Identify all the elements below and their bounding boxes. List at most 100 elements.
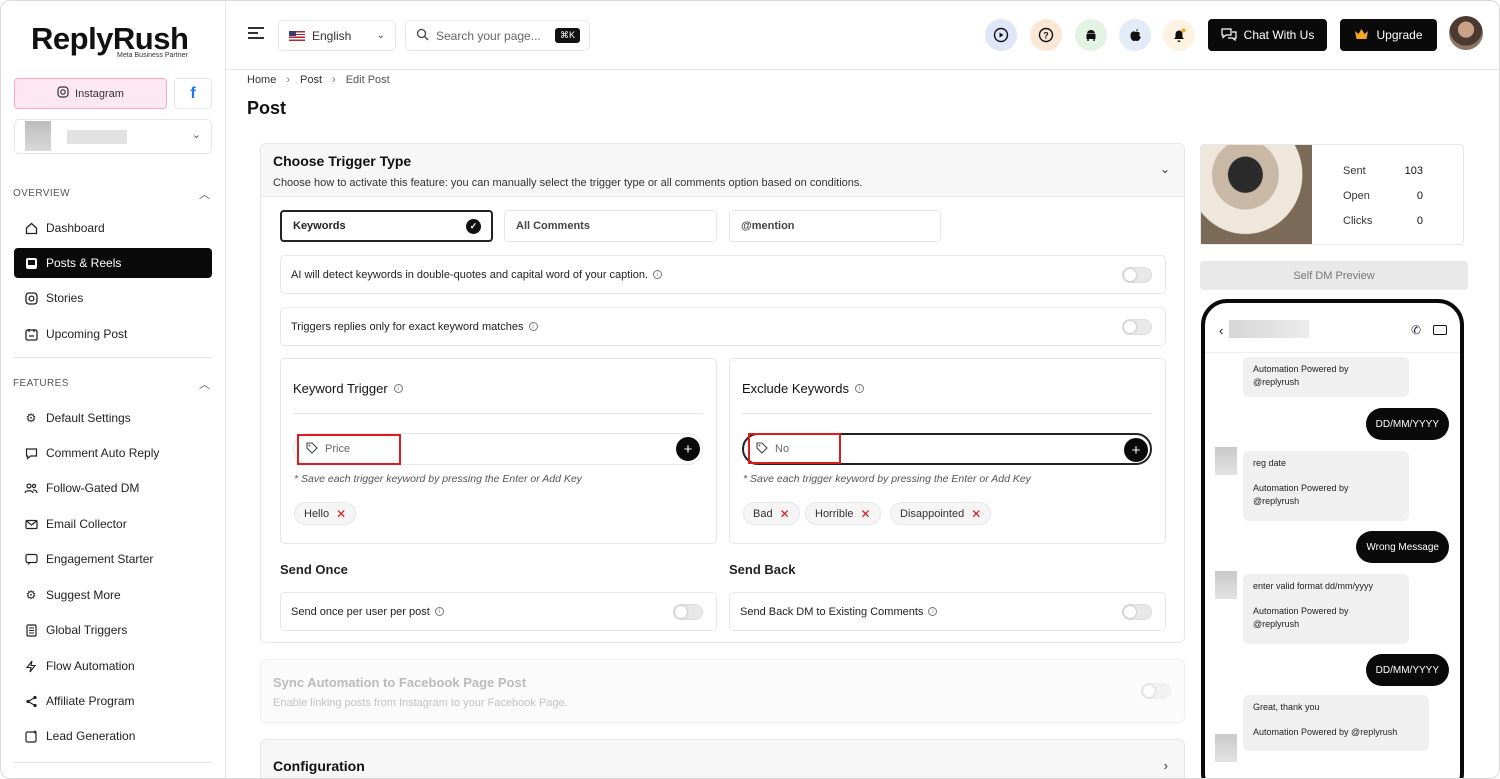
option-keywords[interactable]: Keywords ✓ bbox=[280, 210, 493, 242]
nav-label: Email Collector bbox=[46, 517, 127, 531]
nav-global-triggers[interactable]: Global Triggers bbox=[14, 615, 212, 645]
breadcrumb-home[interactable]: Home bbox=[247, 74, 276, 86]
chat-with-us-button[interactable]: Chat With Us bbox=[1208, 19, 1327, 51]
sidebar: ReplyRush Meta Business Partner Instagra… bbox=[1, 1, 226, 778]
trigger-type-card: Choose Trigger Type Choose how to activa… bbox=[260, 143, 1185, 643]
language-select[interactable]: English ⌄ bbox=[278, 20, 396, 51]
search-placeholder: Search your page... bbox=[436, 28, 541, 43]
apple-icon[interactable] bbox=[1119, 19, 1151, 51]
exclude-chip: Bad ✕ bbox=[743, 502, 800, 525]
remove-icon[interactable]: ✕ bbox=[861, 507, 871, 521]
nav-default-settings[interactable]: ⚙ Default Settings bbox=[14, 403, 212, 433]
hamburger-menu-icon[interactable] bbox=[248, 27, 264, 41]
nav-stories[interactable]: Stories bbox=[14, 283, 212, 313]
back-icon[interactable]: ‹ bbox=[1219, 323, 1223, 338]
chevron-right-icon: › bbox=[332, 74, 336, 86]
nav-affiliate-program[interactable]: Affiliate Program bbox=[14, 686, 212, 716]
play-tutorial-icon[interactable] bbox=[985, 19, 1017, 51]
nav-posts-reels[interactable]: Posts & Reels bbox=[14, 248, 212, 278]
exact-match-toggle[interactable] bbox=[1122, 319, 1152, 335]
nav-comment-auto-reply[interactable]: Comment Auto Reply bbox=[14, 438, 212, 468]
chevron-down-icon[interactable]: ⌄ bbox=[1160, 162, 1170, 176]
nav-label: Engagement Starter bbox=[46, 552, 154, 566]
info-icon[interactable]: i bbox=[928, 607, 938, 616]
keyword-trigger-title: Keyword Trigger i bbox=[293, 381, 403, 396]
phone-call-icon[interactable]: ✆ bbox=[1411, 323, 1421, 337]
option-label: Keywords bbox=[293, 220, 346, 232]
share-icon bbox=[24, 694, 38, 708]
exclude-chip: Horrible ✕ bbox=[805, 502, 881, 525]
nav-flow-automation[interactable]: Flow Automation bbox=[14, 651, 212, 681]
remove-icon[interactable]: ✕ bbox=[336, 507, 346, 521]
nav-label: Flow Automation bbox=[46, 659, 135, 673]
account-avatar bbox=[25, 121, 51, 151]
notification-bell-icon[interactable] bbox=[1163, 19, 1195, 51]
list-icon bbox=[24, 623, 38, 637]
search-input[interactable]: Search your page... ⌘K bbox=[405, 20, 590, 51]
send-once-toggle[interactable] bbox=[673, 604, 703, 620]
option-mention[interactable]: @mention bbox=[729, 210, 941, 242]
chevron-up-icon[interactable]: ︿ bbox=[199, 376, 210, 392]
nav-lead-generation[interactable]: Lead Generation bbox=[14, 721, 212, 751]
info-icon[interactable]: i bbox=[653, 270, 663, 279]
sync-toggle[interactable] bbox=[1141, 683, 1171, 699]
info-icon[interactable]: i bbox=[854, 384, 864, 393]
nav-label: Global Triggers bbox=[46, 623, 128, 637]
chevron-up-icon[interactable]: ︿ bbox=[199, 186, 210, 202]
account-selector[interactable]: ⌄ bbox=[14, 119, 212, 154]
option-label: @mention bbox=[741, 220, 795, 232]
nav-dashboard[interactable]: Dashboard bbox=[14, 213, 212, 243]
highlight-box bbox=[748, 433, 841, 464]
app-window: ReplyRush Meta Business Partner Instagra… bbox=[0, 0, 1500, 779]
android-icon[interactable] bbox=[1075, 19, 1107, 51]
exclude-keywords-title: Exclude Keywords i bbox=[742, 381, 864, 396]
exact-match-setting: Triggers replies only for exact keyword … bbox=[280, 307, 1166, 346]
breadcrumb-post[interactable]: Post bbox=[300, 74, 322, 86]
nav-engagement-starter[interactable]: Engagement Starter bbox=[14, 544, 212, 574]
help-icon[interactable]: ? bbox=[1030, 19, 1062, 51]
sender-avatar bbox=[1215, 447, 1237, 475]
nav-follow-gated-dm[interactable]: Follow-Gated DM bbox=[14, 473, 212, 503]
info-icon[interactable]: i bbox=[434, 607, 444, 616]
lead-icon bbox=[24, 729, 38, 743]
ai-detect-setting: AI will detect keywords in double-quotes… bbox=[280, 255, 1166, 294]
stat-sent: Sent 103 bbox=[1343, 165, 1423, 177]
overview-section-label: OVERVIEW bbox=[13, 188, 70, 199]
add-keyword-button[interactable]: + bbox=[676, 437, 700, 461]
upgrade-button[interactable]: Upgrade bbox=[1340, 19, 1437, 51]
nav-label: Suggest More bbox=[46, 588, 121, 602]
remove-icon[interactable]: ✕ bbox=[971, 507, 981, 521]
send-back-toggle[interactable] bbox=[1122, 604, 1152, 620]
nav-suggest-more[interactable]: ⚙ Suggest More bbox=[14, 580, 212, 610]
user-avatar[interactable] bbox=[1449, 16, 1483, 50]
nav-email-collector[interactable]: Email Collector bbox=[14, 509, 212, 539]
self-dm-preview-button[interactable]: Self DM Preview bbox=[1200, 261, 1468, 290]
add-exclude-button[interactable]: + bbox=[1124, 438, 1148, 462]
chevron-right-icon: › bbox=[1163, 758, 1168, 773]
users-icon bbox=[24, 481, 38, 495]
image-icon bbox=[24, 256, 38, 270]
remove-icon[interactable]: ✕ bbox=[780, 507, 790, 521]
info-icon[interactable]: i bbox=[393, 384, 403, 393]
trigger-card-subtitle: Choose how to activate this feature: you… bbox=[273, 177, 863, 189]
configuration-card[interactable]: Configuration › bbox=[260, 739, 1185, 778]
video-call-icon[interactable] bbox=[1433, 325, 1447, 335]
sender-avatar bbox=[1215, 734, 1237, 762]
message-bubble-incoming: Automation Powered by @replyrush bbox=[1243, 357, 1409, 397]
highlight-box bbox=[297, 434, 401, 465]
info-icon[interactable]: i bbox=[528, 322, 538, 331]
home-icon bbox=[24, 221, 38, 235]
option-all-comments[interactable]: All Comments bbox=[504, 210, 717, 242]
message-bubble-outgoing: DD/MM/YYYY bbox=[1365, 408, 1449, 440]
sync-subtitle: Enable linking posts from Instagram to y… bbox=[273, 697, 568, 709]
nav-label: Upcoming Post bbox=[46, 327, 128, 341]
facebook-tab[interactable]: f bbox=[174, 78, 212, 109]
instagram-icon bbox=[57, 86, 69, 101]
configuration-title: Configuration bbox=[273, 758, 365, 774]
ai-detect-toggle[interactable] bbox=[1122, 267, 1152, 283]
us-flag-icon bbox=[289, 30, 305, 41]
nav-upcoming-post[interactable]: Upcoming Post bbox=[14, 319, 212, 349]
instagram-tab[interactable]: Instagram bbox=[14, 78, 167, 109]
post-stats-card: Sent 103 Open 0 Clicks 0 bbox=[1200, 144, 1464, 245]
trigger-card-header[interactable]: Choose Trigger Type Choose how to activa… bbox=[261, 144, 1184, 197]
